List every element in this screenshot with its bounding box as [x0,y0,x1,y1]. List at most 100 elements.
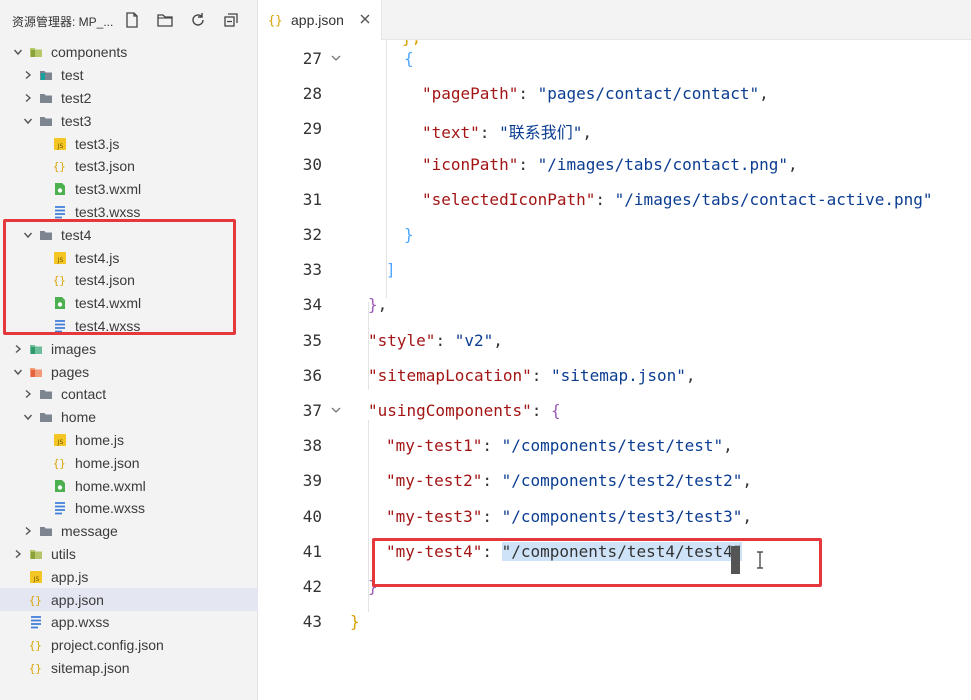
folder-icon [39,68,53,82]
tree-item[interactable]: JS home.js [0,429,258,452]
tree-item[interactable]: {} app.json [0,588,258,611]
tree-item[interactable]: {} project.config.json [0,634,258,657]
chevron-down-icon[interactable] [22,115,34,127]
tree-item[interactable]: {} sitemap.json [0,657,258,680]
code-line[interactable]: "usingComponents": { [368,401,561,420]
close-icon[interactable] [358,12,372,26]
tab-app-json[interactable]: {} app.json [258,0,382,40]
editor-tab-bar: {} app.json [258,0,971,40]
code-line[interactable]: ] [386,260,396,279]
tree-item[interactable]: images [0,337,258,360]
highlight-box-test4-folder [3,219,236,335]
code-line[interactable]: "iconPath": "/images/tabs/contact.png", [422,155,798,174]
code-line-fragment-top: }, [402,40,421,47]
tab-label: app.json [291,12,344,28]
code-token: "my-test2" [386,471,483,491]
code-token: "style" [368,330,436,350]
refresh-icon[interactable] [189,11,207,29]
line-number: 28 [302,84,322,104]
json-file-icon: {} [53,456,67,470]
code-line[interactable]: { [404,49,414,68]
code-line[interactable]: "text": "联系我们", [422,119,592,143]
tree-item[interactable]: utils [0,543,258,566]
chevron-right-icon[interactable] [12,548,24,560]
code-line[interactable]: "my-test2": "/components/test2/test2", [386,471,752,490]
code-editor[interactable]: }, 27 {28 "pagePath": "pages/contact/conta… [258,40,971,700]
code-line[interactable]: "my-test1": "/components/test/test", [386,436,733,455]
fold-chevron-icon[interactable] [330,52,342,64]
folder-icon [39,114,53,128]
tree-item-label: home.json [75,454,140,471]
new-folder-icon[interactable] [156,11,174,29]
line-number: 37 [302,401,322,420]
code-token: : [531,401,552,420]
chevron-right-icon[interactable] [22,525,34,537]
chevron-right-icon[interactable] [22,388,34,400]
line-number: 39 [302,471,322,491]
tree-item[interactable]: {} test3.json [0,155,258,178]
code-line[interactable]: } [404,225,414,244]
code-token: , [685,365,696,385]
js-file-icon: JS [53,433,67,447]
code-line[interactable]: "pagePath": "pages/contact/contact", [422,84,769,103]
json-file-icon: {} [268,12,284,28]
chevron-right-icon[interactable] [22,92,34,104]
tree-item[interactable]: home.wxml [0,474,258,497]
collapse-all-icon[interactable] [222,11,240,29]
tree-item-label: test3 [61,112,92,129]
tree-item[interactable]: components [0,41,258,64]
tree-item[interactable]: home.wxss [0,497,258,520]
explorer-title: 资源管理器: MP_... [12,15,114,29]
code-token: { [404,49,414,68]
code-line[interactable]: "sitemapLocation": "sitemap.json", [368,366,696,385]
code-line[interactable]: "selectedIconPath": "/images/tabs/contac… [422,190,933,209]
tree-item-label: test3.wxss [75,203,141,220]
tree-item-label: app.wxss [51,614,110,631]
chevron-down-icon[interactable] [12,46,24,58]
chevron-down-icon[interactable] [12,366,24,378]
tree-item[interactable]: test3 [0,109,258,132]
tree-item[interactable]: pages [0,360,258,383]
chevron-down-icon[interactable] [22,411,34,423]
tree-item[interactable]: message [0,520,258,543]
svg-text:{}: {} [29,663,42,675]
code-line[interactable]: "my-test3": "/components/test3/test3", [386,507,752,526]
code-line[interactable]: } [350,612,360,631]
tree-item[interactable]: JS test3.js [0,132,258,155]
code-token: "selectedIconPath" [422,189,596,209]
code-token: "pagePath" [422,84,519,104]
svg-text:JS: JS [57,439,64,446]
svg-text:{}: {} [29,640,42,652]
code-token: "v2" [454,330,494,350]
code-token: : [531,365,552,385]
chevron-right-icon[interactable] [12,343,24,355]
fold-chevron-icon[interactable] [330,404,342,416]
tree-item[interactable]: {} home.json [0,451,258,474]
tree-item[interactable]: home [0,406,258,429]
chevron-right-icon[interactable] [22,69,34,81]
line-number: 35 [302,330,322,350]
tree-item-label: test3.wxml [75,181,142,198]
tree-item[interactable]: JS app.js [0,565,258,588]
code-token: : [482,506,502,526]
tree-item[interactable]: app.wxss [0,611,258,634]
line-number: 31 [302,189,322,209]
tree-item[interactable]: test [0,64,258,87]
code-line[interactable]: "style": "v2", [368,331,503,350]
code-token: "usingComponents" [368,401,532,420]
tree-item[interactable]: test3.wxml [0,178,258,201]
js-file-icon: JS [29,570,43,584]
tree-item-label: message [61,523,118,540]
code-token: , [723,436,733,456]
code-token: "my-test3" [386,506,483,526]
svg-text:{}: {} [29,595,42,607]
new-file-icon[interactable] [123,11,141,29]
json-file-icon: {} [29,593,43,607]
tree-item[interactable]: contact [0,383,258,406]
code-token: : [435,330,455,350]
tree-item[interactable]: test2 [0,87,258,110]
explorer-header: 资源管理器: MP_... [0,0,258,40]
code-line[interactable]: }, [368,295,387,314]
line-number: 36 [302,365,322,385]
code-token: , [759,84,769,104]
